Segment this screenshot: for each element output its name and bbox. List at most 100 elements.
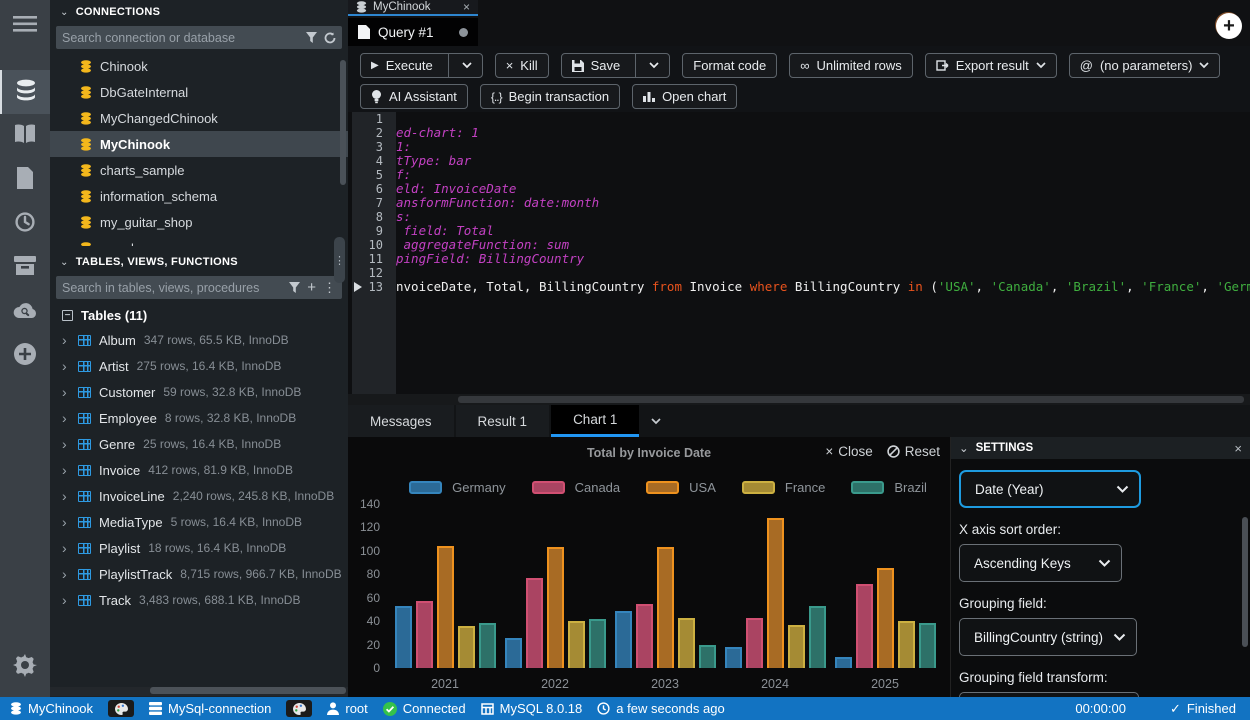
- result-tab-messages[interactable]: Messages: [348, 405, 454, 437]
- table-row[interactable]: ›MediaType5 rows, 16.4 KB, InnoDB: [50, 509, 348, 535]
- left-panel-hscrollbar[interactable]: [50, 687, 348, 696]
- table-row[interactable]: ›InvoiceLine2,240 rows, 245.8 KB, InnoDB: [50, 483, 348, 509]
- expand-chevron-icon[interactable]: ›: [62, 332, 78, 348]
- bar-france[interactable]: [678, 618, 695, 668]
- table-row[interactable]: ›PlaylistTrack8,715 rows, 966.7 KB, Inno…: [50, 561, 348, 587]
- connections-scrollbar-thumb[interactable]: [340, 60, 346, 185]
- menu-button[interactable]: [0, 6, 50, 46]
- expand-chevron-icon[interactable]: ›: [62, 514, 78, 530]
- bar-germany[interactable]: [615, 611, 632, 668]
- connection-item[interactable]: mysql: [50, 235, 348, 246]
- bar-canada[interactable]: [416, 601, 433, 668]
- toolbar-button-execute[interactable]: ▶Execute: [360, 53, 483, 78]
- bar-brazil[interactable]: [699, 645, 716, 668]
- bar-usa[interactable]: [657, 547, 674, 668]
- expand-chevron-icon[interactable]: ›: [62, 436, 78, 452]
- bar-france[interactable]: [568, 621, 585, 668]
- toolbar-button-ai-assistant[interactable]: AI Assistant: [360, 84, 468, 109]
- database-tab-group[interactable]: MyChinook ×: [348, 0, 478, 16]
- legend-item[interactable]: Germany: [409, 480, 505, 495]
- expand-chevron-icon[interactable]: ›: [62, 488, 78, 504]
- connection-item[interactable]: information_schema: [50, 183, 348, 209]
- bar-brazil[interactable]: [589, 619, 606, 668]
- bar-germany[interactable]: [505, 638, 522, 668]
- bar-usa[interactable]: [877, 568, 894, 668]
- toolbar-button--no-parameters-[interactable]: @(no parameters): [1069, 53, 1221, 78]
- chevron-down-icon[interactable]: [454, 62, 472, 69]
- bar-brazil[interactable]: [479, 623, 496, 668]
- bar-germany[interactable]: [725, 647, 742, 668]
- close-icon[interactable]: ×: [1234, 441, 1242, 456]
- sidebar-item-files[interactable]: [0, 158, 50, 202]
- tables-group-row[interactable]: − Tables (11): [50, 303, 348, 327]
- statusbar-database[interactable]: MyChinook: [10, 701, 93, 716]
- toolbar-button-save[interactable]: Save: [561, 53, 671, 78]
- toolbar-button-format-code[interactable]: Format code: [682, 53, 777, 78]
- legend-item[interactable]: Canada: [532, 480, 621, 495]
- bar-france[interactable]: [898, 621, 915, 668]
- expand-chevron-icon[interactable]: ›: [62, 592, 78, 608]
- expand-chevron-icon[interactable]: ›: [62, 566, 78, 582]
- panel-splitter-handle[interactable]: ⋮: [334, 237, 345, 283]
- table-row[interactable]: ›Album347 rows, 65.5 KB, InnoDB: [50, 327, 348, 353]
- sidebar-item-database[interactable]: [0, 70, 50, 114]
- result-tab-result-1[interactable]: Result 1: [456, 405, 550, 437]
- expand-chevron-icon[interactable]: ›: [62, 540, 78, 556]
- bar-usa[interactable]: [547, 547, 564, 668]
- filter-icon[interactable]: [306, 32, 317, 43]
- bar-germany[interactable]: [395, 606, 412, 668]
- legend-item[interactable]: France: [742, 480, 825, 495]
- tables-search-input[interactable]: [62, 281, 282, 295]
- result-tabs-dropdown[interactable]: [641, 405, 671, 437]
- toolbar-button-kill[interactable]: ×Kill: [495, 53, 549, 78]
- result-tab-chart-1[interactable]: Chart 1: [551, 405, 639, 437]
- bar-france[interactable]: [458, 626, 475, 668]
- table-row[interactable]: ›Customer59 rows, 32.8 KB, InnoDB: [50, 379, 348, 405]
- bar-brazil[interactable]: [809, 606, 826, 668]
- bar-canada[interactable]: [856, 584, 873, 668]
- query-tab[interactable]: Query #1: [348, 18, 478, 46]
- connection-color-badge[interactable]: [286, 700, 312, 717]
- connection-item[interactable]: DbGateInternal: [50, 79, 348, 105]
- statusbar-connection[interactable]: MySql-connection: [149, 701, 271, 716]
- bar-canada[interactable]: [746, 618, 763, 668]
- sidebar-item-history[interactable]: [0, 202, 50, 246]
- sidebar-item-cloud-search[interactable]: [0, 290, 50, 334]
- refresh-icon[interactable]: [324, 32, 336, 44]
- sidebar-item-add[interactable]: [0, 334, 50, 378]
- toolbar-button-export-result[interactable]: Export result: [925, 53, 1057, 78]
- editor-hscrollbar-thumb[interactable]: [458, 396, 1244, 403]
- kebab-menu-icon[interactable]: ⋮: [323, 280, 336, 296]
- table-row[interactable]: ›Invoice412 rows, 81.9 KB, InnoDB: [50, 457, 348, 483]
- bar-usa[interactable]: [437, 546, 454, 668]
- bar-canada[interactable]: [526, 578, 543, 668]
- table-row[interactable]: ›Artist275 rows, 16.4 KB, InnoDB: [50, 353, 348, 379]
- settings-button[interactable]: [0, 645, 50, 689]
- expand-chevron-icon[interactable]: ›: [62, 358, 78, 374]
- chart-reset-button[interactable]: Reset: [887, 444, 940, 459]
- tables-header[interactable]: ⌄ TABLES, VIEWS, FUNCTIONS: [50, 250, 348, 274]
- new-tab-button[interactable]: +: [1216, 13, 1242, 39]
- collapse-icon[interactable]: −: [62, 310, 73, 321]
- toolbar-button-unlimited-rows[interactable]: ∞Unlimited rows: [789, 53, 913, 78]
- expand-chevron-icon[interactable]: ›: [62, 410, 78, 426]
- settings-select[interactable]: BillingCountry (string): [960, 619, 1136, 655]
- bar-germany[interactable]: [835, 657, 852, 668]
- sql-editor[interactable]: 12ed-chart: 131:4tType: bar5f:6eld: Invo…: [348, 112, 1250, 394]
- table-row[interactable]: ›Track3,483 rows, 688.1 KB, InnoDB: [50, 587, 348, 613]
- connection-item[interactable]: MyChinook: [50, 131, 348, 157]
- connection-item[interactable]: Chinook: [50, 53, 348, 79]
- add-icon[interactable]: +: [307, 279, 316, 296]
- settings-select[interactable]: Date (Year): [961, 472, 1139, 506]
- table-row[interactable]: ›Playlist18 rows, 16.4 KB, InnoDB: [50, 535, 348, 561]
- settings-header[interactable]: ⌄ SETTINGS ×: [951, 437, 1250, 459]
- bar-brazil[interactable]: [919, 623, 936, 668]
- sidebar-item-favorites[interactable]: [0, 114, 50, 158]
- filter-icon[interactable]: [289, 282, 300, 293]
- expand-chevron-icon[interactable]: ›: [62, 384, 78, 400]
- close-icon[interactable]: ×: [463, 0, 470, 14]
- chart-close-button[interactable]: ×Close: [825, 444, 872, 459]
- legend-item[interactable]: Brazil: [851, 480, 927, 495]
- bar-canada[interactable]: [636, 604, 653, 668]
- editor-hscrollbar[interactable]: [348, 394, 1250, 405]
